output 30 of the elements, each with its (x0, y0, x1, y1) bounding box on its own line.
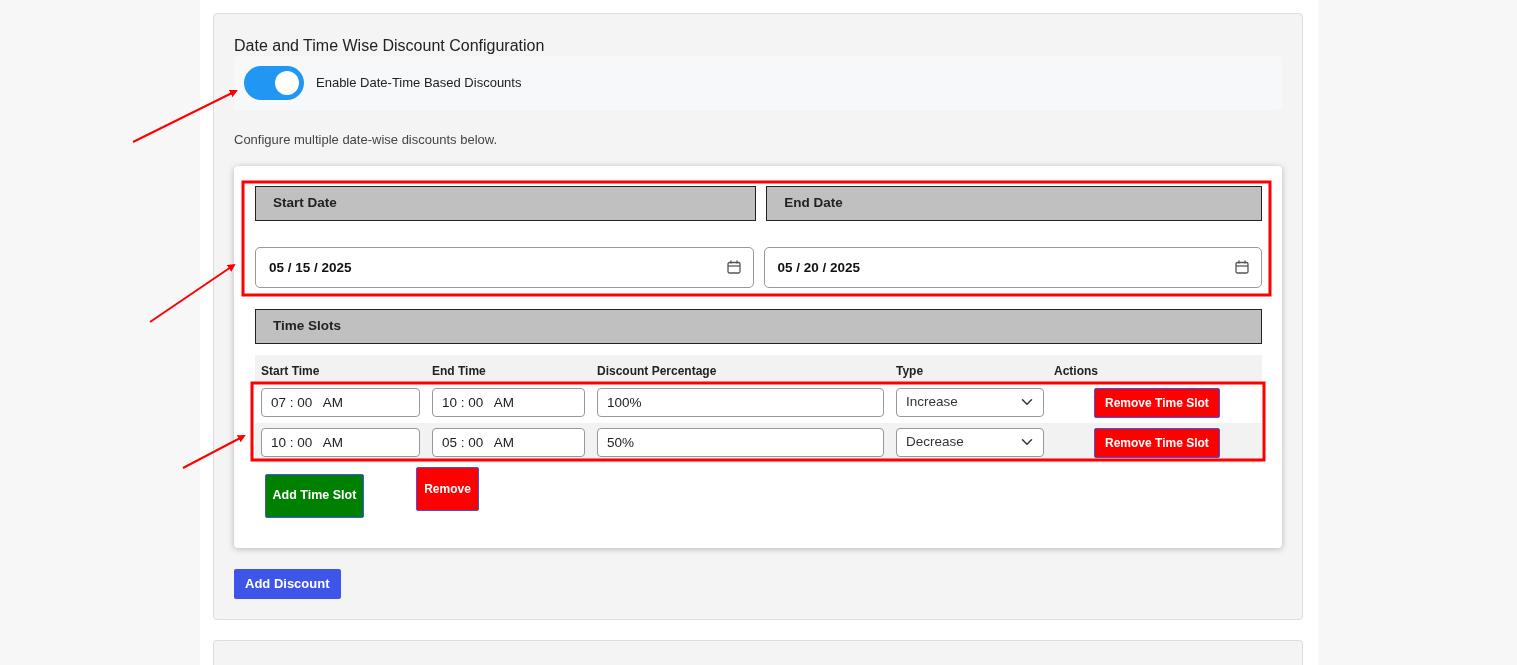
time-slots-heading: Time Slots (255, 308, 1262, 344)
discount-field[interactable]: 50% (597, 427, 884, 457)
end-time-field[interactable]: 10 : 00 AM (432, 387, 585, 417)
column-header: Discount Percentage (597, 363, 717, 378)
date-heading: Start Date (255, 185, 757, 221)
column-header: Type (896, 363, 924, 378)
start-time-field[interactable]: 10 : 00 AM (261, 427, 420, 457)
date-field[interactable]: 05 / 20 / 2025 (763, 246, 1262, 288)
column-header: Start Time (261, 363, 320, 378)
type-select[interactable]: Decrease (896, 427, 1044, 457)
remove-time-slot-button[interactable]: Remove Time Slot (1094, 387, 1220, 418)
remove-time-slot-button[interactable]: Remove Time Slot (1094, 427, 1220, 458)
annotation-arrow (182, 435, 246, 469)
end-time-field[interactable]: 05 : 00 AM (432, 427, 585, 457)
section-title: Date and Time Wise Discount Configuration (234, 36, 546, 56)
start-time-field[interactable]: 07 : 00 AM (261, 387, 420, 417)
calendar-icon[interactable] (1235, 259, 1249, 274)
toggle-switch[interactable] (244, 66, 304, 100)
type-select[interactable]: Increase (896, 387, 1044, 417)
description-text: Configure multiple date-wise discounts below. (234, 131, 499, 149)
discount-field[interactable]: 100% (597, 387, 884, 417)
remove-button[interactable]: Remove (416, 466, 479, 511)
toggle-label: Enable Date-Time Based Discounts (316, 74, 522, 93)
column-header: Actions (1054, 363, 1098, 378)
add-time-slot-button[interactable]: Add Time Slot (265, 473, 364, 518)
date-field[interactable]: 05 / 15 / 2025 (255, 246, 754, 288)
add-discount-button[interactable]: Add Discount (234, 568, 341, 599)
calendar-icon[interactable] (726, 259, 741, 274)
date-heading: End Date (766, 185, 1262, 221)
column-header: End Time (432, 363, 486, 378)
